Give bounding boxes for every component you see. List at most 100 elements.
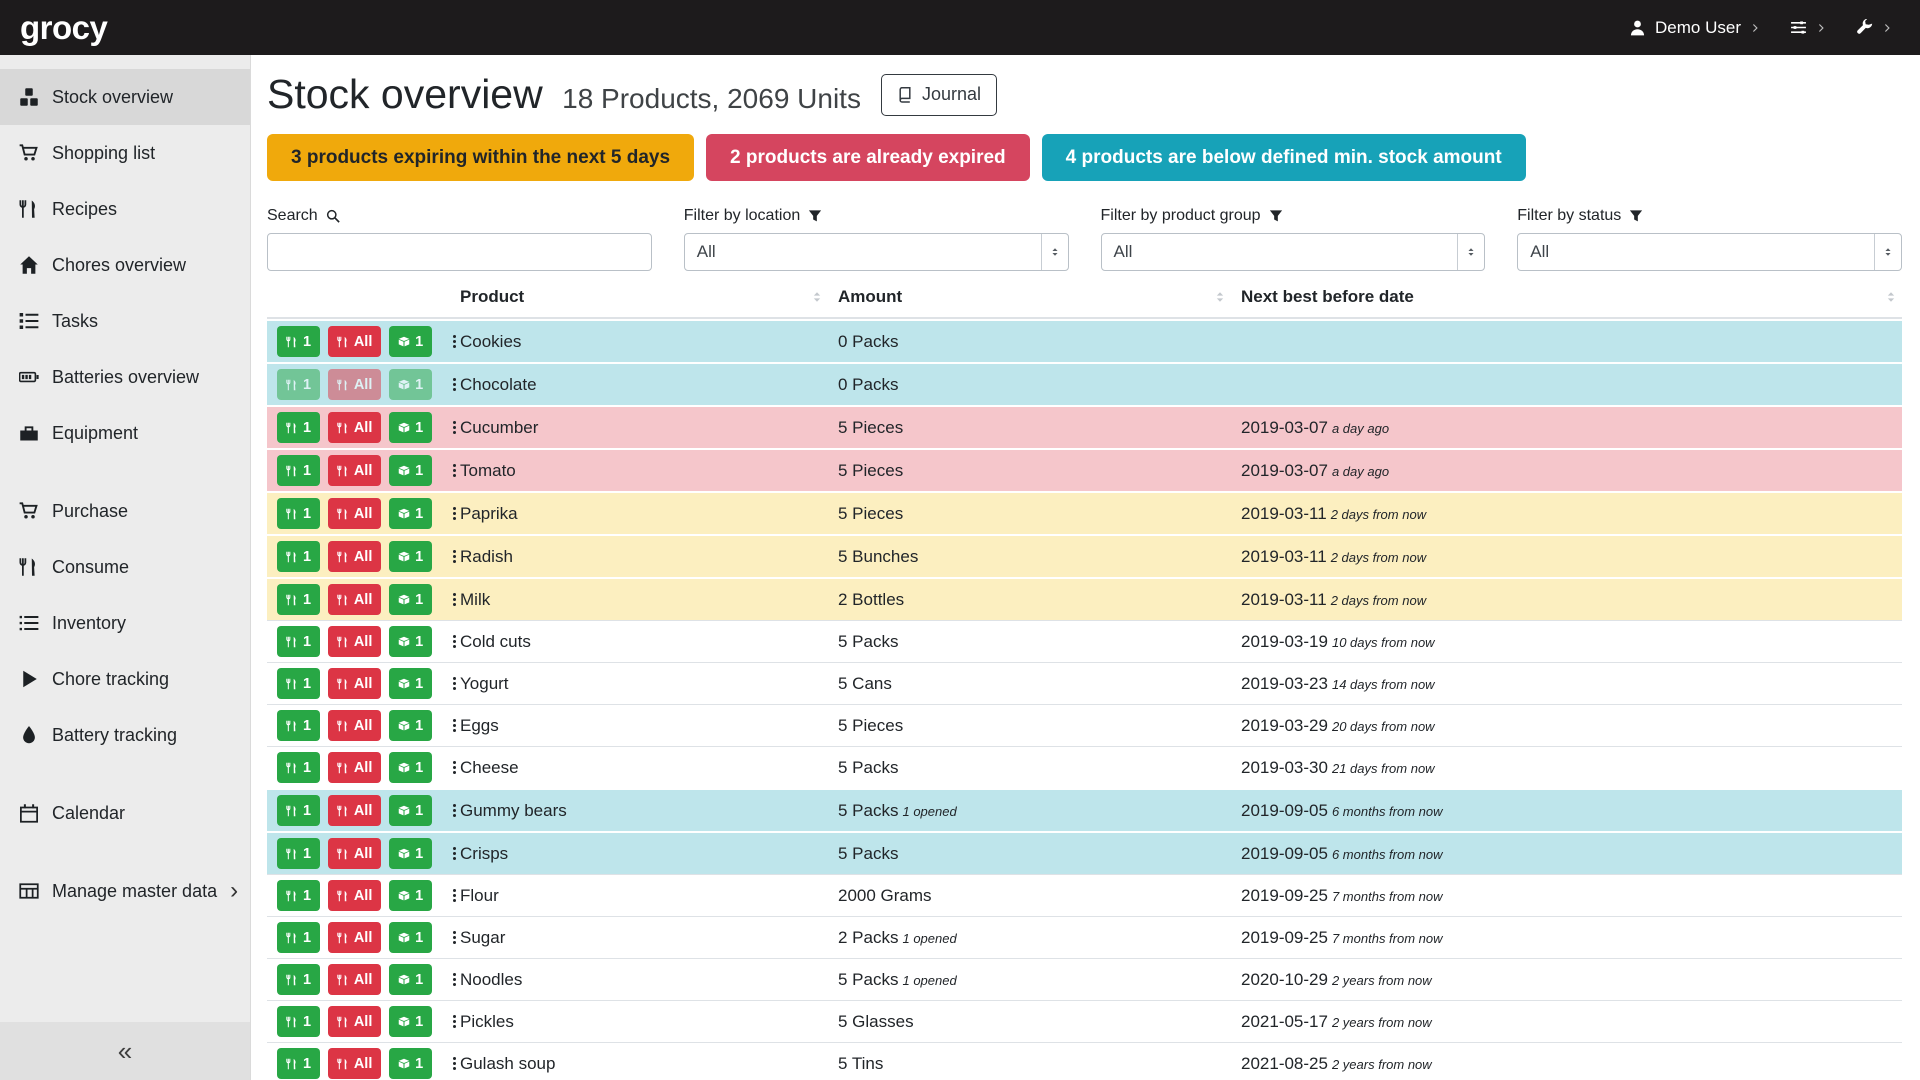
open-one-button[interactable]: 1 <box>389 710 432 741</box>
open-one-button[interactable]: 1 <box>389 455 432 486</box>
open-one-button[interactable]: 1 <box>389 1006 432 1037</box>
consume-all-button[interactable]: All <box>328 795 382 826</box>
open-one-button[interactable]: 1 <box>389 584 432 615</box>
topbar-menus: Demo User <box>1629 18 1892 38</box>
consume-one-button[interactable]: 1 <box>277 369 320 400</box>
consume-one-button[interactable]: 1 <box>277 455 320 486</box>
status-select[interactable]: All <box>1517 233 1902 271</box>
consume-all-button[interactable]: All <box>328 369 382 400</box>
date-note: 21 days from now <box>1332 761 1435 776</box>
consume-one-button[interactable]: 1 <box>277 795 320 826</box>
consume-all-button[interactable]: All <box>328 498 382 529</box>
consume-all-button[interactable]: All <box>328 541 382 572</box>
product-amount: 5 Pieces <box>828 405 1231 448</box>
consume-one-button[interactable]: 1 <box>277 964 320 995</box>
best-before-date: 2019-09-257 months from now <box>1231 874 1902 916</box>
open-one-button[interactable]: 1 <box>389 541 432 572</box>
consume-all-button[interactable]: All <box>328 668 382 699</box>
sidebar-item-recipes[interactable]: Recipes › <box>0 181 250 237</box>
sidebar-collapse-button[interactable]: « <box>0 1022 250 1080</box>
row-actions-cell: 1 All 1 <box>267 319 450 362</box>
open-one-button[interactable]: 1 <box>389 752 432 783</box>
location-select[interactable]: All <box>684 233 1069 271</box>
consume-all-button[interactable]: All <box>328 584 382 615</box>
sidebar-item-calendar[interactable]: Calendar › <box>0 785 250 841</box>
product-name: Paprika <box>450 491 828 534</box>
status-pill[interactable]: 2 products are already expired <box>706 134 1030 181</box>
sidebar-item-manage-master-data[interactable]: Manage master data › <box>0 863 250 919</box>
user-menu[interactable]: Demo User <box>1629 18 1760 38</box>
best-before-column-header[interactable]: Next best before date <box>1231 277 1902 319</box>
search-input[interactable] <box>267 233 652 271</box>
amount-column-header[interactable]: Amount <box>828 277 1231 319</box>
consume-one-button[interactable]: 1 <box>277 498 320 529</box>
app-logo[interactable]: grocy <box>20 9 107 47</box>
consume-all-button[interactable]: All <box>328 1048 382 1079</box>
open-one-button[interactable]: 1 <box>389 668 432 699</box>
consume-all-button[interactable]: All <box>328 412 382 443</box>
product-group-select[interactable]: All <box>1101 233 1486 271</box>
consume-all-button[interactable]: All <box>328 752 382 783</box>
sidebar-item-equipment[interactable]: Equipment › <box>0 405 250 461</box>
settings-menu[interactable] <box>1790 19 1826 36</box>
consume-one-button[interactable]: 1 <box>277 710 320 741</box>
sidebar-item-consume[interactable]: Consume › <box>0 539 250 595</box>
consume-all-button[interactable]: All <box>328 964 382 995</box>
consume-one-button[interactable]: 1 <box>277 838 320 869</box>
sidebar-item-purchase[interactable]: Purchase › <box>0 483 250 539</box>
consume-all-button[interactable]: All <box>328 922 382 953</box>
open-one-button[interactable]: 1 <box>389 626 432 657</box>
journal-button[interactable]: Journal <box>881 74 997 116</box>
admin-menu[interactable] <box>1856 19 1892 36</box>
sidebar-item-shopping-list[interactable]: Shopping list › <box>0 125 250 181</box>
sidebar-item-battery-tracking[interactable]: Battery tracking › <box>0 707 250 763</box>
consume-one-button[interactable]: 1 <box>277 1048 320 1079</box>
product-name: Milk <box>450 577 828 620</box>
consume-all-button[interactable]: All <box>328 326 382 357</box>
status-pill[interactable]: 4 products are below defined min. stock … <box>1042 134 1526 181</box>
consume-all-button[interactable]: All <box>328 838 382 869</box>
open-one-button[interactable]: 1 <box>389 369 432 400</box>
sidebar-item-tasks[interactable]: Tasks › <box>0 293 250 349</box>
sidebar-item-inventory[interactable]: Inventory › <box>0 595 250 651</box>
open-one-button[interactable]: 1 <box>389 412 432 443</box>
consume-one-button[interactable]: 1 <box>277 1006 320 1037</box>
consume-one-button[interactable]: 1 <box>277 922 320 953</box>
consume-all-button[interactable]: All <box>328 880 382 911</box>
open-one-button[interactable]: 1 <box>389 964 432 995</box>
open-one-button[interactable]: 1 <box>389 326 432 357</box>
open-one-button[interactable]: 1 <box>389 795 432 826</box>
utensils-icon <box>337 932 349 944</box>
consume-all-button[interactable]: All <box>328 1006 382 1037</box>
open-one-button[interactable]: 1 <box>389 880 432 911</box>
product-name: Chocolate <box>450 362 828 405</box>
status-pill[interactable]: 3 products expiring within the next 5 da… <box>267 134 694 181</box>
consume-one-button[interactable]: 1 <box>277 626 320 657</box>
consume-one-button[interactable]: 1 <box>277 668 320 699</box>
open-one-button[interactable]: 1 <box>389 922 432 953</box>
date-note: 14 days from now <box>1332 677 1435 692</box>
open-one-button[interactable]: 1 <box>389 838 432 869</box>
sidebar-item-label: Calendar <box>52 803 125 824</box>
consume-one-button[interactable]: 1 <box>277 584 320 615</box>
consume-all-button[interactable]: All <box>328 626 382 657</box>
utensils-icon <box>286 465 298 477</box>
consume-one-button[interactable]: 1 <box>277 752 320 783</box>
open-one-button[interactable]: 1 <box>389 1048 432 1079</box>
consume-all-button[interactable]: All <box>328 710 382 741</box>
sort-icon <box>810 290 824 304</box>
consume-one-button[interactable]: 1 <box>277 412 320 443</box>
product-column-header[interactable]: Product <box>450 277 828 319</box>
consume-all-button[interactable]: All <box>328 455 382 486</box>
table-row: 1 All 1 <box>267 958 1902 1000</box>
sidebar-item-chore-tracking[interactable]: Chore tracking › <box>0 651 250 707</box>
sidebar-item-batteries-overview[interactable]: Batteries overview › <box>0 349 250 405</box>
consume-one-button[interactable]: 1 <box>277 326 320 357</box>
consume-one-button[interactable]: 1 <box>277 880 320 911</box>
box-open-icon <box>398 379 410 391</box>
date-note: 20 days from now <box>1332 719 1435 734</box>
open-one-button[interactable]: 1 <box>389 498 432 529</box>
sidebar-item-stock-overview[interactable]: Stock overview › <box>0 69 250 125</box>
sidebar-item-chores-overview[interactable]: Chores overview › <box>0 237 250 293</box>
consume-one-button[interactable]: 1 <box>277 541 320 572</box>
